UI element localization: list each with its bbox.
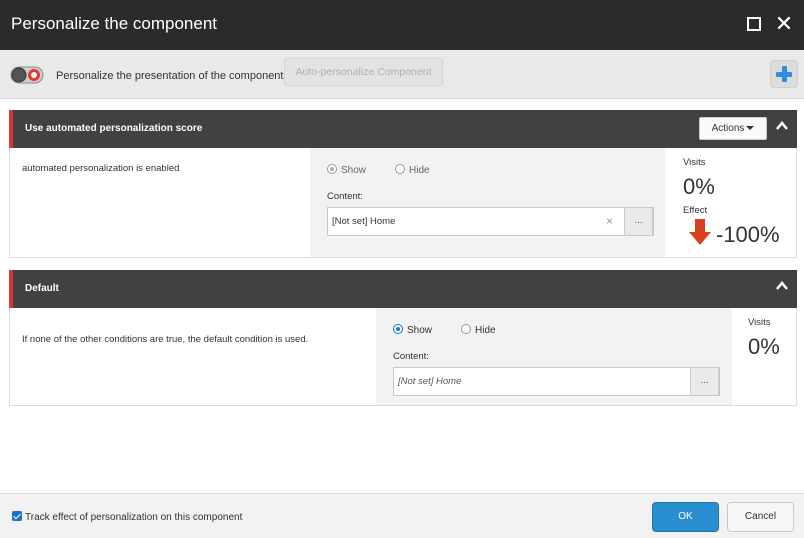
caret-down-icon: [746, 126, 755, 131]
effect-label: Effect: [683, 205, 708, 216]
visits-label: Visits: [748, 317, 771, 328]
dialog-title: Personalize the component: [11, 14, 218, 33]
hide-radio[interactable]: Hide: [395, 164, 430, 176]
toolbar-label: Personalize the presentation of the comp…: [56, 70, 284, 82]
add-rule-button[interactable]: [770, 60, 798, 88]
condition-text: automated personalization is enabled: [22, 163, 180, 174]
clear-icon[interactable]: ×: [606, 208, 613, 235]
rule-header-default[interactable]: Default: [9, 270, 797, 308]
auto-personalize-button[interactable]: Auto-personalize Component: [284, 58, 443, 86]
track-effect-checkbox[interactable]: Track effect of personalization on this …: [12, 511, 242, 523]
rule-title: Default: [25, 283, 59, 294]
personalize-dialog: Personalize the component ✕ Personalize …: [0, 0, 804, 538]
content-label: Content:: [327, 191, 363, 202]
toolbar: Personalize the presentation of the comp…: [0, 50, 804, 99]
visits-value: 0%: [683, 174, 715, 199]
rule-body-automated: automated personalization is enabled Sho…: [9, 148, 797, 258]
close-icon[interactable]: ✕: [774, 13, 794, 35]
cancel-button[interactable]: Cancel: [727, 502, 794, 532]
effect-value: -100%: [716, 222, 780, 247]
dialog-footer: Track effect of personalization on this …: [0, 493, 804, 538]
ok-button[interactable]: OK: [652, 502, 719, 532]
content-field[interactable]: [Not set] Home × ...: [327, 207, 654, 236]
visits-label: Visits: [683, 157, 706, 168]
checkbox-checked-icon: [12, 511, 22, 521]
condition-text: If none of the other conditions are true…: [22, 334, 309, 345]
show-radio[interactable]: Show: [393, 324, 432, 336]
hide-radio[interactable]: Hide: [461, 324, 496, 336]
dialog-titlebar: Personalize the component ✕: [0, 0, 804, 50]
rule-title: Use automated personalization score: [25, 123, 203, 134]
rule-body-default: If none of the other conditions are true…: [9, 308, 797, 406]
personalization-toggle-icon[interactable]: [10, 66, 44, 84]
show-radio[interactable]: Show: [327, 164, 366, 176]
browse-button[interactable]: ...: [624, 207, 653, 236]
rule-header-automated[interactable]: Use automated personalization score Acti…: [9, 110, 797, 148]
collapse-chevron-icon[interactable]: [775, 279, 789, 293]
content-label: Content:: [393, 351, 429, 362]
visits-value: 0%: [748, 334, 780, 359]
browse-button[interactable]: ...: [690, 367, 719, 396]
maximize-icon[interactable]: [747, 17, 761, 31]
actions-dropdown-button[interactable]: Actions: [699, 117, 767, 140]
collapse-chevron-icon[interactable]: [775, 119, 789, 133]
content-field[interactable]: [Not set] Home ...: [393, 367, 720, 396]
down-arrow-icon: [689, 219, 711, 245]
